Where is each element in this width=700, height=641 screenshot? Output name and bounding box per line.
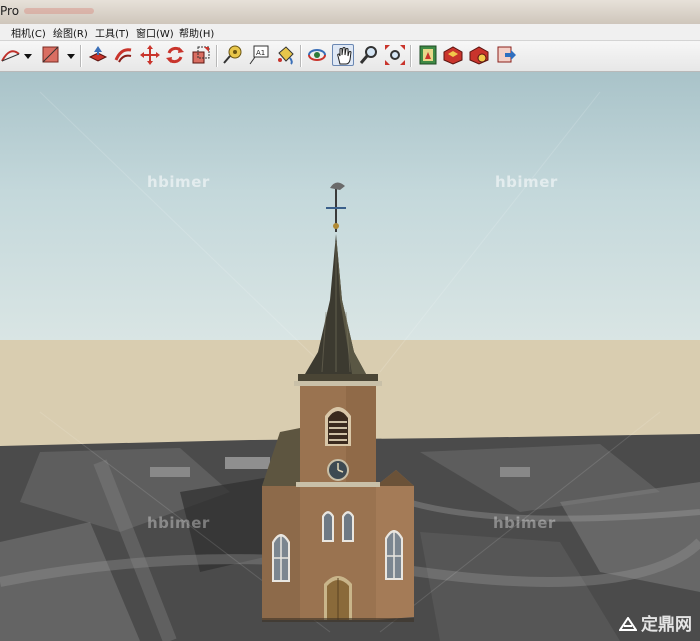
rotate-button[interactable] <box>164 44 186 66</box>
share-model-icon <box>497 46 516 63</box>
zoom-extents-icon <box>385 45 405 65</box>
orbit-icon <box>308 49 326 61</box>
menu-camera[interactable]: 相机(C) <box>11 25 46 40</box>
text-tool-glyph: A1 <box>256 49 266 57</box>
toolbar: A1 <box>0 41 700 72</box>
push-pull-button[interactable] <box>87 44 109 66</box>
text-button[interactable]: A1 <box>248 44 270 66</box>
title-bar: Pro <box>0 0 700 25</box>
follow-me-button[interactable] <box>113 44 135 66</box>
toolbar-separator <box>216 45 217 67</box>
move-button[interactable] <box>139 44 161 66</box>
site-logo-icon <box>619 617 637 631</box>
model-viewport[interactable]: hbimer hbimer hbimer hbimer 定鼎网 <box>0 72 700 641</box>
tape-measure-icon <box>223 45 242 64</box>
zoom-button[interactable] <box>358 44 380 66</box>
shape-tool-button[interactable] <box>40 44 62 66</box>
component-browser-icon <box>419 45 437 65</box>
weathervane <box>326 182 346 232</box>
3d-warehouse-button[interactable] <box>442 44 464 66</box>
scale-button[interactable] <box>190 44 212 66</box>
arc-tool-button[interactable] <box>0 44 22 66</box>
church-model <box>262 182 414 622</box>
move-icon <box>140 45 160 65</box>
watermark: hbimer <box>495 173 558 191</box>
title-filename-blurred <box>24 8 94 14</box>
menu-help[interactable]: 帮助(H) <box>179 25 214 40</box>
follow-me-icon <box>114 48 132 63</box>
menu-window[interactable]: 窗口(W) <box>136 25 174 40</box>
menu-draw[interactable]: 绘图(R) <box>53 25 88 40</box>
watermark: hbimer <box>147 514 210 532</box>
tape-measure-button[interactable] <box>222 44 244 66</box>
get-models-icon <box>469 46 489 65</box>
component-browser-button[interactable] <box>417 44 439 66</box>
shape-icon <box>42 46 59 63</box>
toolbar-separator <box>300 45 301 67</box>
pan-button[interactable] <box>332 44 354 66</box>
window-title: Pro <box>0 4 20 18</box>
paint-bucket-icon <box>278 46 294 65</box>
site-logo-text: 定鼎网 <box>641 615 692 635</box>
menu-bar: 相机(C) 绘图(R) 工具(T) 窗口(W) 帮助(H) <box>0 24 700 41</box>
shape-dropdown-arrow[interactable] <box>67 54 75 59</box>
zoom-icon <box>359 46 377 64</box>
3d-warehouse-icon <box>443 46 463 65</box>
arc-dropdown-arrow[interactable] <box>24 54 32 59</box>
site-logo: 定鼎网 <box>619 610 692 635</box>
arc-icon <box>1 50 20 62</box>
pan-icon <box>337 47 352 65</box>
toolbar-separator <box>410 45 411 67</box>
sketchup-window: Pro 相机(C) 绘图(R) 工具(T) 窗口(W) 帮助(H) A1 hbi… <box>0 0 700 641</box>
rotate-icon <box>166 46 184 64</box>
push-pull-icon <box>88 46 108 62</box>
zoom-extents-button[interactable] <box>384 44 406 66</box>
toolbar-separator <box>80 45 81 67</box>
orbit-button[interactable] <box>306 44 328 66</box>
get-models-button[interactable] <box>468 44 490 66</box>
watermark: hbimer <box>493 514 556 532</box>
watermark: hbimer <box>147 173 210 191</box>
scale-icon <box>192 46 210 64</box>
menu-tools[interactable]: 工具(T) <box>95 25 129 40</box>
share-model-button[interactable] <box>495 44 517 66</box>
paint-bucket-button[interactable] <box>274 44 296 66</box>
